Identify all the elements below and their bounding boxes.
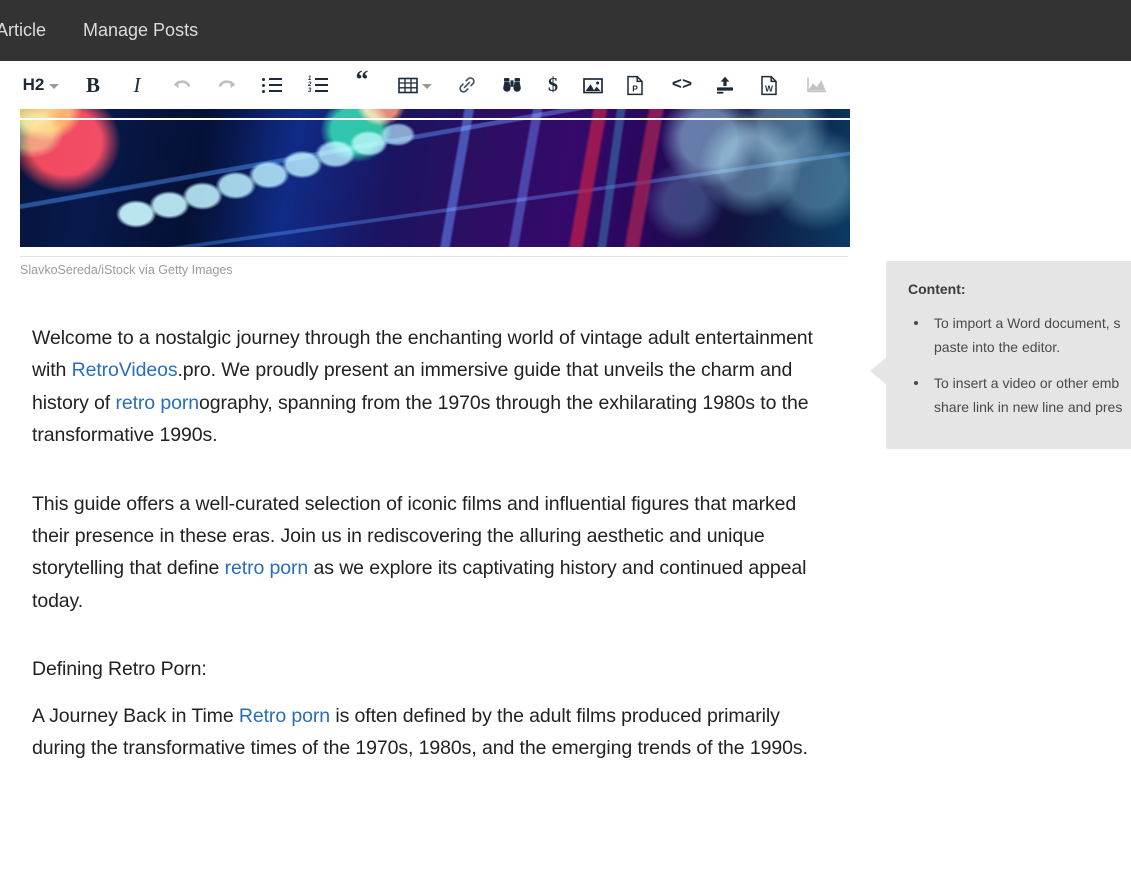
text-run: Defining Retro Porn:	[32, 658, 207, 681]
paragraph-4: A Journey Back in Time Retro porn is oft…	[32, 700, 832, 765]
tooltip-hint-line-2: share link in new line and pres	[934, 399, 1123, 415]
insert-pdf-button[interactable]: P	[622, 61, 648, 109]
bullet-list-icon	[262, 77, 282, 93]
image-selection-line	[20, 118, 850, 120]
upload-button[interactable]	[710, 61, 740, 109]
tooltip-hint-line-2: paste into the editor.	[934, 339, 1061, 355]
editor-canvas: SlavkoSereda/iStock via Getty Images Wel…	[0, 61, 1131, 873]
tooltip-hint-line-1: To import a Word document, s	[934, 315, 1121, 331]
insert-chart-button[interactable]	[800, 61, 834, 109]
numbered-list-icon: 1 2 3	[308, 76, 328, 94]
tooltip-hint-item: To insert a video or other emb share lin…	[908, 371, 1131, 419]
nav-item-article[interactable]: nArticle	[0, 19, 46, 41]
blockquote-button[interactable]: “	[348, 61, 376, 109]
unordered-list-button[interactable]	[257, 61, 287, 109]
content-help-tooltip: Content: To import a Word document, s pa…	[870, 261, 1131, 449]
ordered-list-button[interactable]: 1 2 3	[303, 61, 333, 109]
word-import-button[interactable]: W	[756, 61, 782, 109]
table-button[interactable]	[394, 61, 436, 109]
word-file-icon: W	[761, 75, 777, 95]
upload-icon	[717, 76, 733, 94]
pdf-file-icon: P	[627, 75, 643, 95]
inline-link[interactable]: retro porn	[225, 557, 309, 579]
content-divider	[20, 256, 848, 257]
table-icon	[398, 77, 418, 93]
nav-item-manage-posts[interactable]: Manage Posts	[83, 19, 198, 41]
editor-toolbar: H2 B I 1 2 3 “ $ P <> W	[0, 61, 1131, 109]
image-icon	[583, 77, 603, 93]
link-icon	[459, 77, 475, 93]
bold-button[interactable]: B	[78, 61, 108, 109]
list-number-3: 3	[308, 88, 312, 94]
redo-button[interactable]	[211, 61, 243, 109]
paragraph-2: This guide offers a well-curated selecti…	[32, 488, 832, 618]
binoculars-icon	[503, 78, 521, 92]
paragraph-1: Welcome to a nostalgic journey through t…	[32, 322, 832, 452]
chevron-down-icon	[422, 84, 432, 89]
svg-text:W: W	[765, 83, 773, 93]
find-button[interactable]	[497, 61, 527, 109]
article-body[interactable]: Welcome to a nostalgic journey through t…	[32, 322, 832, 800]
inline-link[interactable]: RetroVideos	[72, 359, 178, 381]
article-hero-image[interactable]	[20, 97, 850, 247]
heading-style-select[interactable]: H2	[14, 61, 68, 109]
text-run: A Journey Back in Time	[32, 704, 239, 727]
chart-icon	[807, 77, 826, 93]
insert-image-button[interactable]	[578, 61, 608, 109]
inline-link[interactable]: retro porn	[115, 392, 199, 414]
tooltip-hint-list: To import a Word document, s paste into …	[908, 311, 1131, 419]
insert-link-button[interactable]	[452, 61, 482, 109]
chevron-down-icon	[49, 84, 60, 89]
price-button[interactable]: $	[540, 61, 566, 109]
image-caption: SlavkoSereda/iStock via Getty Images	[20, 263, 233, 277]
tooltip-arrow-icon	[870, 357, 887, 385]
italic-button[interactable]: I	[122, 61, 152, 109]
svg-text:P: P	[632, 83, 638, 93]
heading-style-label: H2	[22, 75, 45, 94]
undo-button[interactable]	[166, 61, 198, 109]
inline-link[interactable]: Retro porn	[239, 705, 330, 727]
undo-arrow-icon	[174, 80, 191, 89]
top-navigation-bar: nArticle Manage Posts	[0, 0, 1131, 61]
nav-article-label: Article	[0, 20, 47, 40]
paragraph-3: Defining Retro Porn:	[32, 653, 832, 685]
tooltip-hint-item: To import a Word document, s paste into …	[908, 311, 1131, 359]
redo-arrow-icon	[218, 80, 235, 89]
code-view-button[interactable]: <>	[666, 61, 698, 109]
tooltip-hint-line-1: To insert a video or other emb	[934, 375, 1120, 391]
tooltip-title: Content:	[908, 281, 966, 297]
